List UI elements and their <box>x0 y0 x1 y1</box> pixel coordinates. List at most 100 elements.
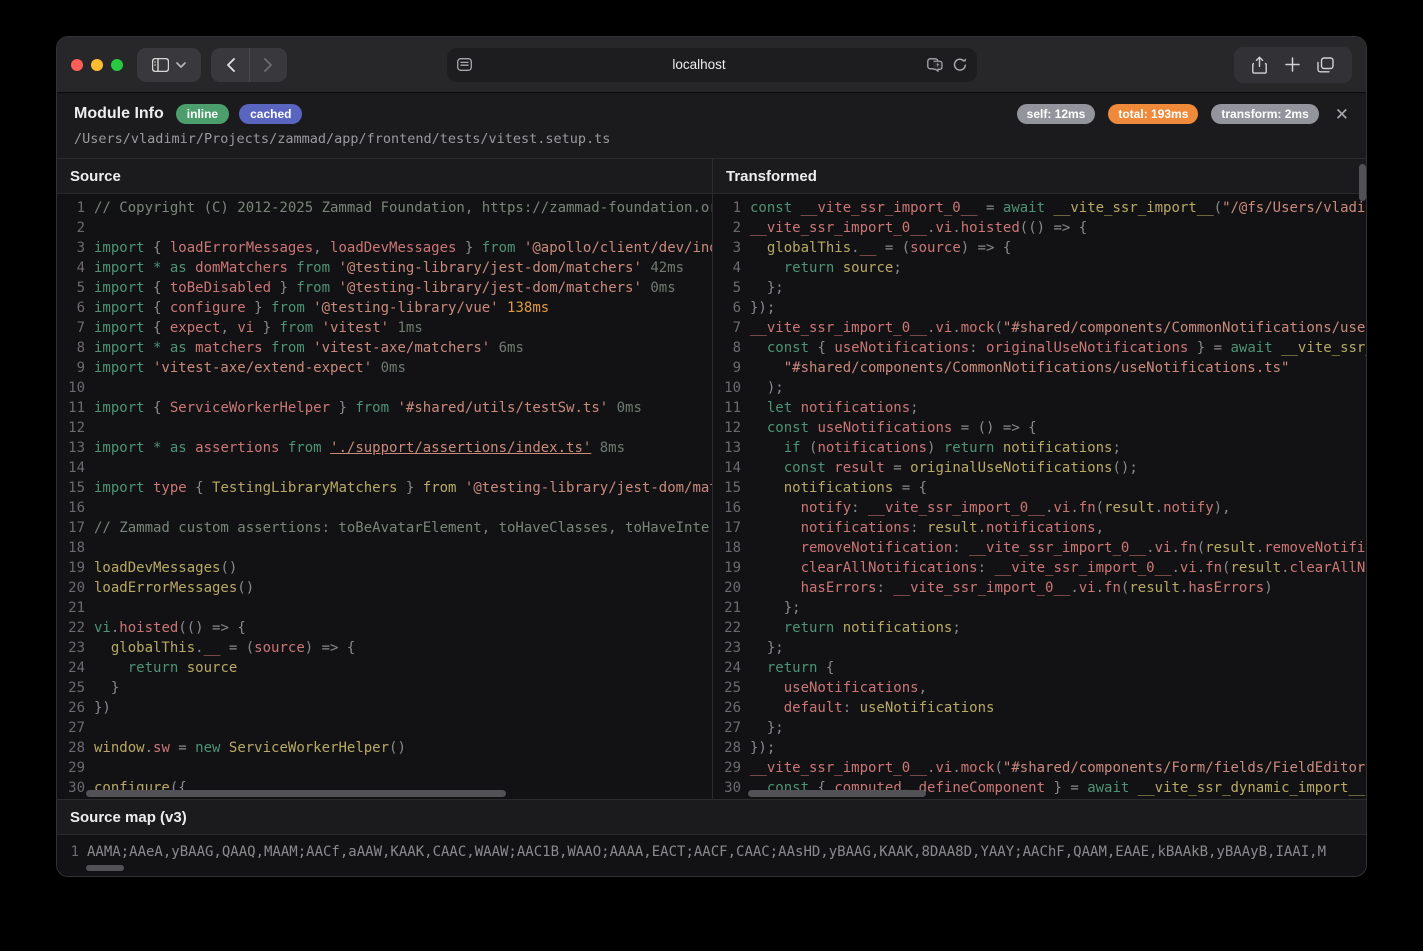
code-token: , <box>1096 520 1104 536</box>
reader-icon[interactable] <box>457 58 472 71</box>
source-map-line: 1 AAMA;AAeA,yBAAG,QAAQ,MAAM;AACf,aAAW,KA… <box>57 842 1366 862</box>
line-number: 3 <box>713 238 750 258</box>
minimize-window-button[interactable] <box>91 59 103 71</box>
line-number: 6 <box>713 298 750 318</box>
code-token: 'vitest' <box>313 320 389 336</box>
code-token: ; <box>952 620 960 636</box>
code-token: assertions <box>195 440 279 456</box>
code-token: . <box>1171 540 1179 556</box>
page-settings-icon[interactable] <box>927 58 944 72</box>
code-line: 29__vite_ssr_import_0__.vi.mock("#shared… <box>713 758 1367 778</box>
reload-icon[interactable] <box>953 57 967 72</box>
code-token: . <box>1256 540 1264 556</box>
back-button[interactable] <box>211 48 249 82</box>
code-token: }; <box>750 600 801 616</box>
code-token: ServiceWorkerHelper <box>220 740 389 756</box>
code-token: return <box>94 660 178 676</box>
inline-badge: inline <box>176 104 229 124</box>
address-bar[interactable]: localhost <box>447 48 977 82</box>
source-pane-title: Source <box>57 159 712 194</box>
code-line: 7import { expect, vi } from 'vitest' 1ms <box>57 318 712 338</box>
code-token: __vite_ssr_dynamic_import__( <box>1129 780 1367 796</box>
zoom-window-button[interactable] <box>111 59 123 71</box>
code-line: 11 let notifications; <box>713 398 1367 418</box>
close-window-button[interactable] <box>71 59 83 71</box>
code-token: . <box>1197 560 1205 576</box>
code-token: vi <box>935 320 952 336</box>
module-link[interactable]: './support/assertions/index.ts' <box>330 440 591 456</box>
close-icon[interactable]: ✕ <box>1335 106 1349 123</box>
code-token: import <box>94 360 145 376</box>
code-line: 13import * as assertions from './support… <box>57 438 712 458</box>
share-icon[interactable] <box>1252 56 1267 74</box>
code-token: '@testing-library/jest-dom/matchers' <box>330 280 642 296</box>
code-token: let <box>750 400 792 416</box>
code-token: = <box>170 740 195 756</box>
code-token: source <box>254 640 305 656</box>
toolbar-right-group <box>1234 47 1352 83</box>
code-token: __vite_ssr_import_0__ <box>750 320 927 336</box>
line-number: 28 <box>713 738 750 758</box>
code-line: 29 <box>57 758 712 778</box>
code-token: '#shared/utils/testSw.ts' <box>389 400 608 416</box>
source-horizontal-scrollbar[interactable] <box>86 790 506 797</box>
source-map-section: Source map (v3) 1 AAMA;AAeA,yBAAG,QAAQ,M… <box>57 799 1366 876</box>
line-number: 23 <box>713 638 750 658</box>
tabs-icon[interactable] <box>1317 57 1334 73</box>
code-token: hasErrors <box>1188 580 1264 596</box>
line-number: 16 <box>57 498 94 518</box>
code-token: vi <box>1079 580 1096 596</box>
sidebar-toggle-button[interactable] <box>137 48 201 82</box>
code-token: '@testing-library/jest-dom/matche <box>456 480 712 496</box>
code-token: vi <box>94 620 111 636</box>
code-token: notifications <box>986 520 1096 536</box>
new-tab-icon[interactable] <box>1285 57 1300 72</box>
transformed-code: 1const __vite_ssr_import_0__ = await __v… <box>713 194 1367 799</box>
code-token: __ <box>204 640 221 656</box>
code-token: vi <box>1053 500 1070 516</box>
code-token: notifications <box>750 520 910 536</box>
code-line: 20loadErrorMessages() <box>57 578 712 598</box>
code-token: from <box>355 400 389 416</box>
code-token: __vite_ssr_import_0__ <box>969 540 1146 556</box>
code-token: fn <box>1079 500 1096 516</box>
forward-button[interactable] <box>249 48 287 82</box>
code-token: return <box>944 440 995 456</box>
code-token: }; <box>750 280 784 296</box>
transformed-horizontal-scrollbar[interactable] <box>748 790 926 797</box>
code-token: removeNotification <box>750 540 952 556</box>
source-map-horizontal-scrollbar[interactable] <box>86 865 124 871</box>
code-token: __vite_ssr_import_0__ <box>868 500 1045 516</box>
code-token: notify <box>1163 500 1214 516</box>
code-line: 10 ); <box>713 378 1367 398</box>
line-number: 18 <box>57 538 94 558</box>
line-number: 20 <box>57 578 94 598</box>
code-token: } <box>456 240 481 256</box>
line-number: 17 <box>57 518 94 538</box>
code-line: 6import { configure } from '@testing-lib… <box>57 298 712 318</box>
code-line: 2 <box>57 218 712 238</box>
code-token: ) <box>927 440 944 456</box>
line-number: 27 <box>713 718 750 738</box>
code-token: from <box>279 440 330 456</box>
transformed-vertical-scrollbar[interactable] <box>1359 164 1366 201</box>
code-token: 6ms <box>490 340 524 356</box>
code-line: 24 return source <box>57 658 712 678</box>
code-token: __vite_ssr_import__ <box>1045 200 1214 216</box>
code-token: = <box>978 200 1003 216</box>
line-number: 28 <box>57 738 94 758</box>
code-token: result <box>826 460 885 476</box>
code-line: 8import * as matchers from 'vitest-axe/m… <box>57 338 712 358</box>
traffic-lights <box>71 59 123 71</box>
timing-pills: self: 12mstotal: 193mstransform: 2ms <box>1017 104 1319 124</box>
code-token: } <box>397 480 422 496</box>
code-token: ) => { <box>961 240 1012 256</box>
code-token: result <box>1104 500 1155 516</box>
code-token: } <box>94 680 119 696</box>
code-token: }; <box>750 640 784 656</box>
code-token: 8ms <box>591 440 625 456</box>
code-line: 22 return notifications; <box>713 618 1367 638</box>
code-token: } <box>330 400 355 416</box>
module-info-header: Module Info inlinecached self: 12mstotal… <box>57 93 1366 158</box>
line-number: 1 <box>713 198 750 218</box>
